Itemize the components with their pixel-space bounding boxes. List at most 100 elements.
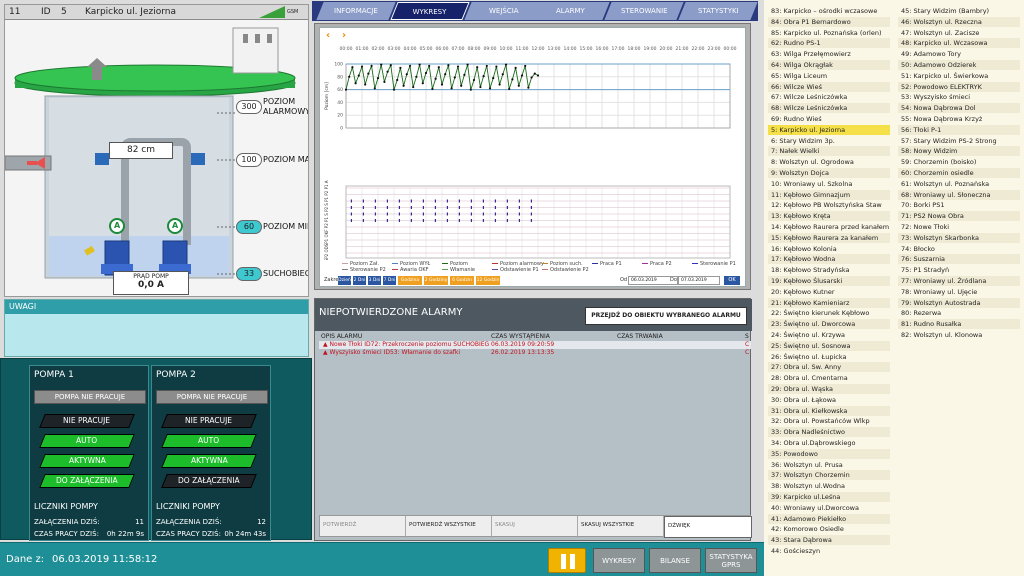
list-item[interactable]: 52: Powodowo ELEKTRYK bbox=[898, 81, 1020, 92]
min-level-value[interactable]: 60 bbox=[236, 220, 262, 234]
list-item[interactable]: 43: Stara Dąbrowa bbox=[768, 535, 890, 546]
list-item[interactable]: 80: Rezerwa bbox=[898, 308, 1020, 318]
max-level-value[interactable]: 100 bbox=[236, 153, 262, 167]
list-item[interactable]: 8: Wolsztyn ul. Ogrodowa bbox=[768, 157, 890, 167]
list-item[interactable]: 61: Wolsztyn ul. Poznańska bbox=[898, 179, 1020, 189]
list-item[interactable]: 75: P1 Stradyń bbox=[898, 265, 1020, 275]
confirm-all-button[interactable]: POTWIERDŹ WSZYSTKIE bbox=[406, 516, 492, 538]
pump-2-active-button[interactable]: AKTYWNA bbox=[161, 454, 257, 468]
list-item[interactable]: 66: Wilcze Wieś bbox=[768, 81, 890, 92]
ok-button[interactable]: OK bbox=[724, 276, 740, 285]
list-item[interactable]: 68: Wroniawy ul. Słoneczna bbox=[898, 189, 1020, 200]
list-item[interactable]: 56: Tłoki P-1 bbox=[898, 124, 1020, 135]
pump-1-not-running-button[interactable]: NIE PRACUJE bbox=[39, 414, 135, 428]
alarm-level-value[interactable]: 300 bbox=[236, 100, 262, 114]
range-button[interactable]: 7 Dni bbox=[383, 276, 396, 285]
list-item[interactable]: 77: Wroniawy ul. Źródlana bbox=[898, 276, 1020, 286]
list-item[interactable]: 55: Nowa Dąbrowa Krzyż bbox=[898, 114, 1020, 124]
list-item[interactable]: 49: Adamowo Tory bbox=[898, 49, 1020, 59]
list-item[interactable]: 73: Wolsztyn Skarbonka bbox=[898, 232, 1020, 243]
list-item[interactable]: 59: Chorzemin (boisko) bbox=[898, 157, 1020, 167]
chevron-left-icon[interactable]: ‹ bbox=[326, 31, 337, 42]
go-to-object-button[interactable]: PRZEJDŹ DO OBIEKTU WYBRANEGO ALARMU bbox=[585, 307, 747, 325]
list-item[interactable]: 83: Karpicko – ośrodki wczasowe bbox=[768, 6, 890, 16]
list-item[interactable]: 69: Rudno Wieś bbox=[768, 114, 890, 124]
pause-button[interactable] bbox=[548, 548, 586, 573]
list-item[interactable]: 20: Kębłowo Kutner bbox=[768, 287, 890, 297]
list-item[interactable]: 67: Wilcze Leśniczówka bbox=[768, 92, 890, 102]
list-item[interactable]: 19: Kębłowo Ślusarski bbox=[768, 276, 890, 286]
list-item[interactable]: 34: Obra ul.Dąbrowskiego bbox=[768, 438, 890, 448]
list-item[interactable]: 16: Kębłowo Kolonia bbox=[768, 244, 890, 254]
list-item[interactable]: 13: Kębłowo Kręta bbox=[768, 211, 890, 222]
list-item[interactable]: 85: Karpicko ul. Poznańska (orlen) bbox=[768, 28, 890, 38]
pump-1-to-start-button[interactable]: DO ZAŁĄCZENIA bbox=[39, 474, 135, 488]
pump-2-to-start-button[interactable]: DO ZAŁĄCZENIA bbox=[161, 474, 257, 488]
tab-statystyki[interactable]: STATYSTYKI bbox=[678, 2, 758, 20]
list-item[interactable]: 5: Karpicko ul. Jeziorna bbox=[768, 124, 890, 135]
list-item[interactable]: 70: Borki PS1 bbox=[898, 200, 1020, 210]
pump-2-auto-button[interactable]: AUTO bbox=[161, 434, 257, 448]
list-item[interactable]: 12: Kębłowo PB Wolsztyńska Staw bbox=[768, 200, 890, 210]
gprs-stats-button[interactable]: STATYSTYKA GPRS bbox=[705, 548, 757, 573]
pump-1-auto-button[interactable]: AUTO bbox=[39, 434, 135, 448]
dry-run-value[interactable]: 33 bbox=[236, 267, 262, 281]
list-item[interactable]: 50: Adamowo Odzierek bbox=[898, 60, 1020, 70]
list-item[interactable]: 17: Kębłowo Wodna bbox=[768, 254, 890, 265]
list-item[interactable]: 36: Wolsztyn ul. Prusa bbox=[768, 460, 890, 470]
list-item[interactable]: 45: Stary Widzim (Bambry) bbox=[898, 6, 1020, 16]
list-item[interactable]: 22: Świętno kierunek Kębłowo bbox=[768, 308, 890, 318]
list-item[interactable]: 42: Komorowo Osiedle bbox=[768, 524, 890, 534]
list-item[interactable]: 72: Nowe Tłoki bbox=[898, 222, 1020, 232]
list-item[interactable]: 23: Świętno ul. Dworcowa bbox=[768, 319, 890, 330]
list-item[interactable]: 30: Obra ul. Łąkowa bbox=[768, 395, 890, 405]
list-item[interactable]: 68: Wilcze Leśniczówka bbox=[768, 103, 890, 114]
list-item[interactable]: 10: Wroniawy ul. Szkolna bbox=[768, 179, 890, 189]
list-item[interactable]: 71: PS2 Nowa Obra bbox=[898, 211, 1020, 222]
list-item[interactable]: 62: Rudno PS-1 bbox=[768, 38, 890, 49]
list-item[interactable]: 63: Wilga Przełęmowierz bbox=[768, 49, 890, 59]
list-item[interactable]: 25: Świętno ul. Sosnowa bbox=[768, 340, 890, 351]
list-item[interactable]: 31: Obra ul. Kiełkowska bbox=[768, 405, 890, 416]
list-item[interactable]: 78: Wroniawy ul. Ujęcie bbox=[898, 287, 1020, 297]
range-button[interactable]: 12 Godzin bbox=[476, 276, 500, 285]
range-button[interactable]: 2 Godziny bbox=[424, 276, 448, 285]
delete-button[interactable]: SKASUJ bbox=[492, 516, 578, 538]
list-item[interactable]: 65: Wilga Liceum bbox=[768, 71, 890, 81]
list-item[interactable]: 35: Powodowo bbox=[768, 448, 890, 459]
tab-informacje[interactable]: INFORMACJE bbox=[316, 2, 396, 20]
range-button[interactable]: 3 Dni bbox=[368, 276, 381, 285]
list-item[interactable]: 33: Obra Nadleśnictwo bbox=[768, 427, 890, 438]
tab-alarmy[interactable]: ALARMY bbox=[530, 2, 610, 20]
table-row[interactable]: ▲ Nowe Tłoki ID72: Przekroczenie poziomu… bbox=[319, 341, 751, 349]
list-item[interactable]: 47: Wolsztyn ul. Zacisze bbox=[898, 28, 1020, 38]
list-item[interactable]: 38: Wolsztyn ul.Wodna bbox=[768, 481, 890, 491]
list-item[interactable]: 24: Świętno ul. Krzywa bbox=[768, 330, 890, 340]
list-item[interactable]: 39: Karpicko ul.Leśna bbox=[768, 492, 890, 502]
list-item[interactable]: 54: Nowa Dąbrowa Dol bbox=[898, 103, 1020, 114]
list-item[interactable]: 27: Obra ul. Sw. Anny bbox=[768, 362, 890, 373]
list-item[interactable]: 51: Karpicko ul. Świerkowa bbox=[898, 71, 1020, 81]
chevron-right-icon[interactable]: › bbox=[342, 31, 353, 42]
table-row[interactable]: ▲ Wyszyisko śmieci ID53: Włamanie do sza… bbox=[319, 349, 751, 357]
confirm-button[interactable]: POTWIERDŹ bbox=[320, 516, 406, 538]
list-item[interactable]: 46: Wolsztyn ul. Rzeczna bbox=[898, 16, 1020, 27]
list-item[interactable]: 37: Wolsztyn Chorzemin bbox=[768, 470, 890, 481]
charts-button[interactable]: WYKRESY bbox=[593, 548, 645, 573]
sound-button[interactable]: DŹWIĘK bbox=[664, 516, 752, 538]
list-item[interactable]: 15: Kębłowo Raurera za kanałem bbox=[768, 232, 890, 243]
list-item[interactable]: 44: Gościeszyn bbox=[768, 546, 890, 556]
range-button[interactable]: 2 Dni bbox=[353, 276, 366, 285]
list-item[interactable]: 6: Stary Widzim 3p. bbox=[768, 136, 890, 146]
list-item[interactable]: 29: Obra ul. Wąska bbox=[768, 384, 890, 394]
list-item[interactable]: 48: Karpicko ul. Wczasowa bbox=[898, 38, 1020, 49]
list-item[interactable]: 84: Obra P1 Bernardowo bbox=[768, 16, 890, 27]
delete-all-button[interactable]: SKASUJ WSZYSTKIE bbox=[578, 516, 664, 538]
list-item[interactable]: 41: Adamowo Piekiełko bbox=[768, 513, 890, 524]
list-item[interactable]: 82: Wolsztyn ul. Klonowa bbox=[898, 330, 1020, 340]
list-item[interactable]: 74: Błocko bbox=[898, 244, 1020, 254]
list-item[interactable]: 60: Chorzemin osiedle bbox=[898, 168, 1020, 178]
list-item[interactable]: 81: Rudno Rusałka bbox=[898, 319, 1020, 330]
list-item[interactable]: 11: Kębłowo Gimnazjum bbox=[768, 189, 890, 200]
list-item[interactable]: 18: Kębłowo Stradyńska bbox=[768, 265, 890, 275]
